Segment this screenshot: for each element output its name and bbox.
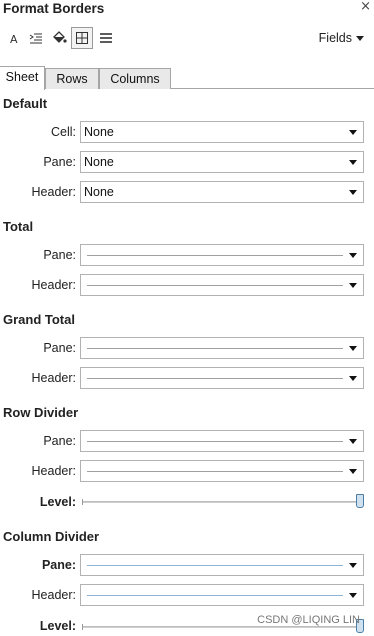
- header-label: Header:: [31, 185, 76, 199]
- line-style-preview: [87, 348, 343, 349]
- chevron-down-icon: [349, 469, 357, 474]
- header-label: Header:: [31, 371, 76, 385]
- line-style-preview: [87, 285, 343, 286]
- default-cell-dropdown[interactable]: None: [80, 121, 364, 143]
- dropdown-value: None: [84, 125, 114, 139]
- tab-sheet[interactable]: Sheet: [0, 66, 45, 90]
- shading-icon[interactable]: [48, 27, 70, 49]
- borders-icon[interactable]: [71, 27, 93, 49]
- watermark: CSDN @LIQING LIN: [257, 614, 360, 626]
- grand-total-header-dropdown[interactable]: [80, 367, 364, 389]
- total-pane-dropdown[interactable]: [80, 244, 364, 266]
- slider-tick: [82, 499, 83, 505]
- header-label: Header:: [31, 464, 76, 478]
- line-style-preview: [87, 255, 343, 256]
- section-grand-total-title: Grand Total: [3, 312, 75, 327]
- fields-label: Fields: [318, 31, 352, 45]
- section-total-title: Total: [3, 219, 34, 234]
- window-title: Format Borders: [3, 1, 105, 16]
- pane-label: Pane:: [43, 341, 76, 355]
- section-column-divider-title: Column Divider: [3, 529, 100, 544]
- lines-icon[interactable]: [95, 27, 117, 49]
- dropdown-value: None: [84, 185, 114, 199]
- font-icon[interactable]: A: [3, 27, 25, 49]
- chevron-down-icon: [349, 253, 357, 258]
- align-icon[interactable]: [25, 27, 47, 49]
- default-pane-dropdown[interactable]: None: [80, 151, 364, 173]
- pane-label: Pane:: [43, 434, 76, 448]
- slider-track: [82, 501, 364, 503]
- chevron-down-icon: [349, 439, 357, 444]
- chevron-down-icon: [349, 160, 357, 165]
- slider-thumb[interactable]: [356, 494, 364, 508]
- total-header-dropdown[interactable]: [80, 274, 364, 296]
- dropdown-value: None: [84, 155, 114, 169]
- chevron-down-icon: [349, 563, 357, 568]
- close-icon[interactable]: ×: [360, 0, 371, 14]
- level-label: Level:: [39, 619, 76, 633]
- slider-tick: [82, 624, 83, 630]
- default-header-dropdown[interactable]: None: [80, 181, 364, 203]
- pane-label: Pane:: [41, 558, 76, 572]
- level-label: Level:: [39, 495, 76, 509]
- fields-dropdown[interactable]: Fields: [319, 31, 364, 45]
- header-label: Header:: [31, 588, 76, 602]
- chevron-down-icon: [349, 346, 357, 351]
- line-style-preview: [87, 441, 343, 442]
- column-divider-pane-dropdown[interactable]: [80, 554, 364, 576]
- chevron-down-icon: [349, 376, 357, 381]
- section-default-title: Default: [3, 96, 48, 111]
- svg-text:A: A: [10, 33, 18, 45]
- tab-columns[interactable]: Columns: [99, 68, 171, 89]
- line-style-preview: [87, 565, 343, 566]
- tab-rows[interactable]: Rows: [45, 68, 99, 89]
- row-divider-header-dropdown[interactable]: [80, 460, 364, 482]
- chevron-down-icon: [349, 130, 357, 135]
- chevron-down-icon: [349, 283, 357, 288]
- line-style-preview: [87, 595, 343, 596]
- line-style-preview: [87, 378, 343, 379]
- row-divider-level-slider[interactable]: [82, 494, 364, 510]
- pane-label: Pane:: [43, 248, 76, 262]
- chevron-down-icon: [349, 190, 357, 195]
- chevron-down-icon: [349, 593, 357, 598]
- title-bar: Format Borders ×: [0, 0, 374, 18]
- line-style-preview: [87, 471, 343, 472]
- chevron-down-icon: [356, 36, 364, 42]
- grand-total-pane-dropdown[interactable]: [80, 337, 364, 359]
- slider-track: [82, 626, 364, 628]
- tab-bar: Sheet Rows Columns: [0, 66, 374, 90]
- row-divider-pane-dropdown[interactable]: [80, 430, 364, 452]
- section-row-divider-title: Row Divider: [3, 405, 79, 420]
- format-toolbar: A Fields: [0, 22, 374, 52]
- column-divider-header-dropdown[interactable]: [80, 584, 364, 606]
- header-label: Header:: [31, 278, 76, 292]
- cell-label: Cell:: [50, 125, 76, 139]
- pane-label: Pane:: [43, 155, 76, 169]
